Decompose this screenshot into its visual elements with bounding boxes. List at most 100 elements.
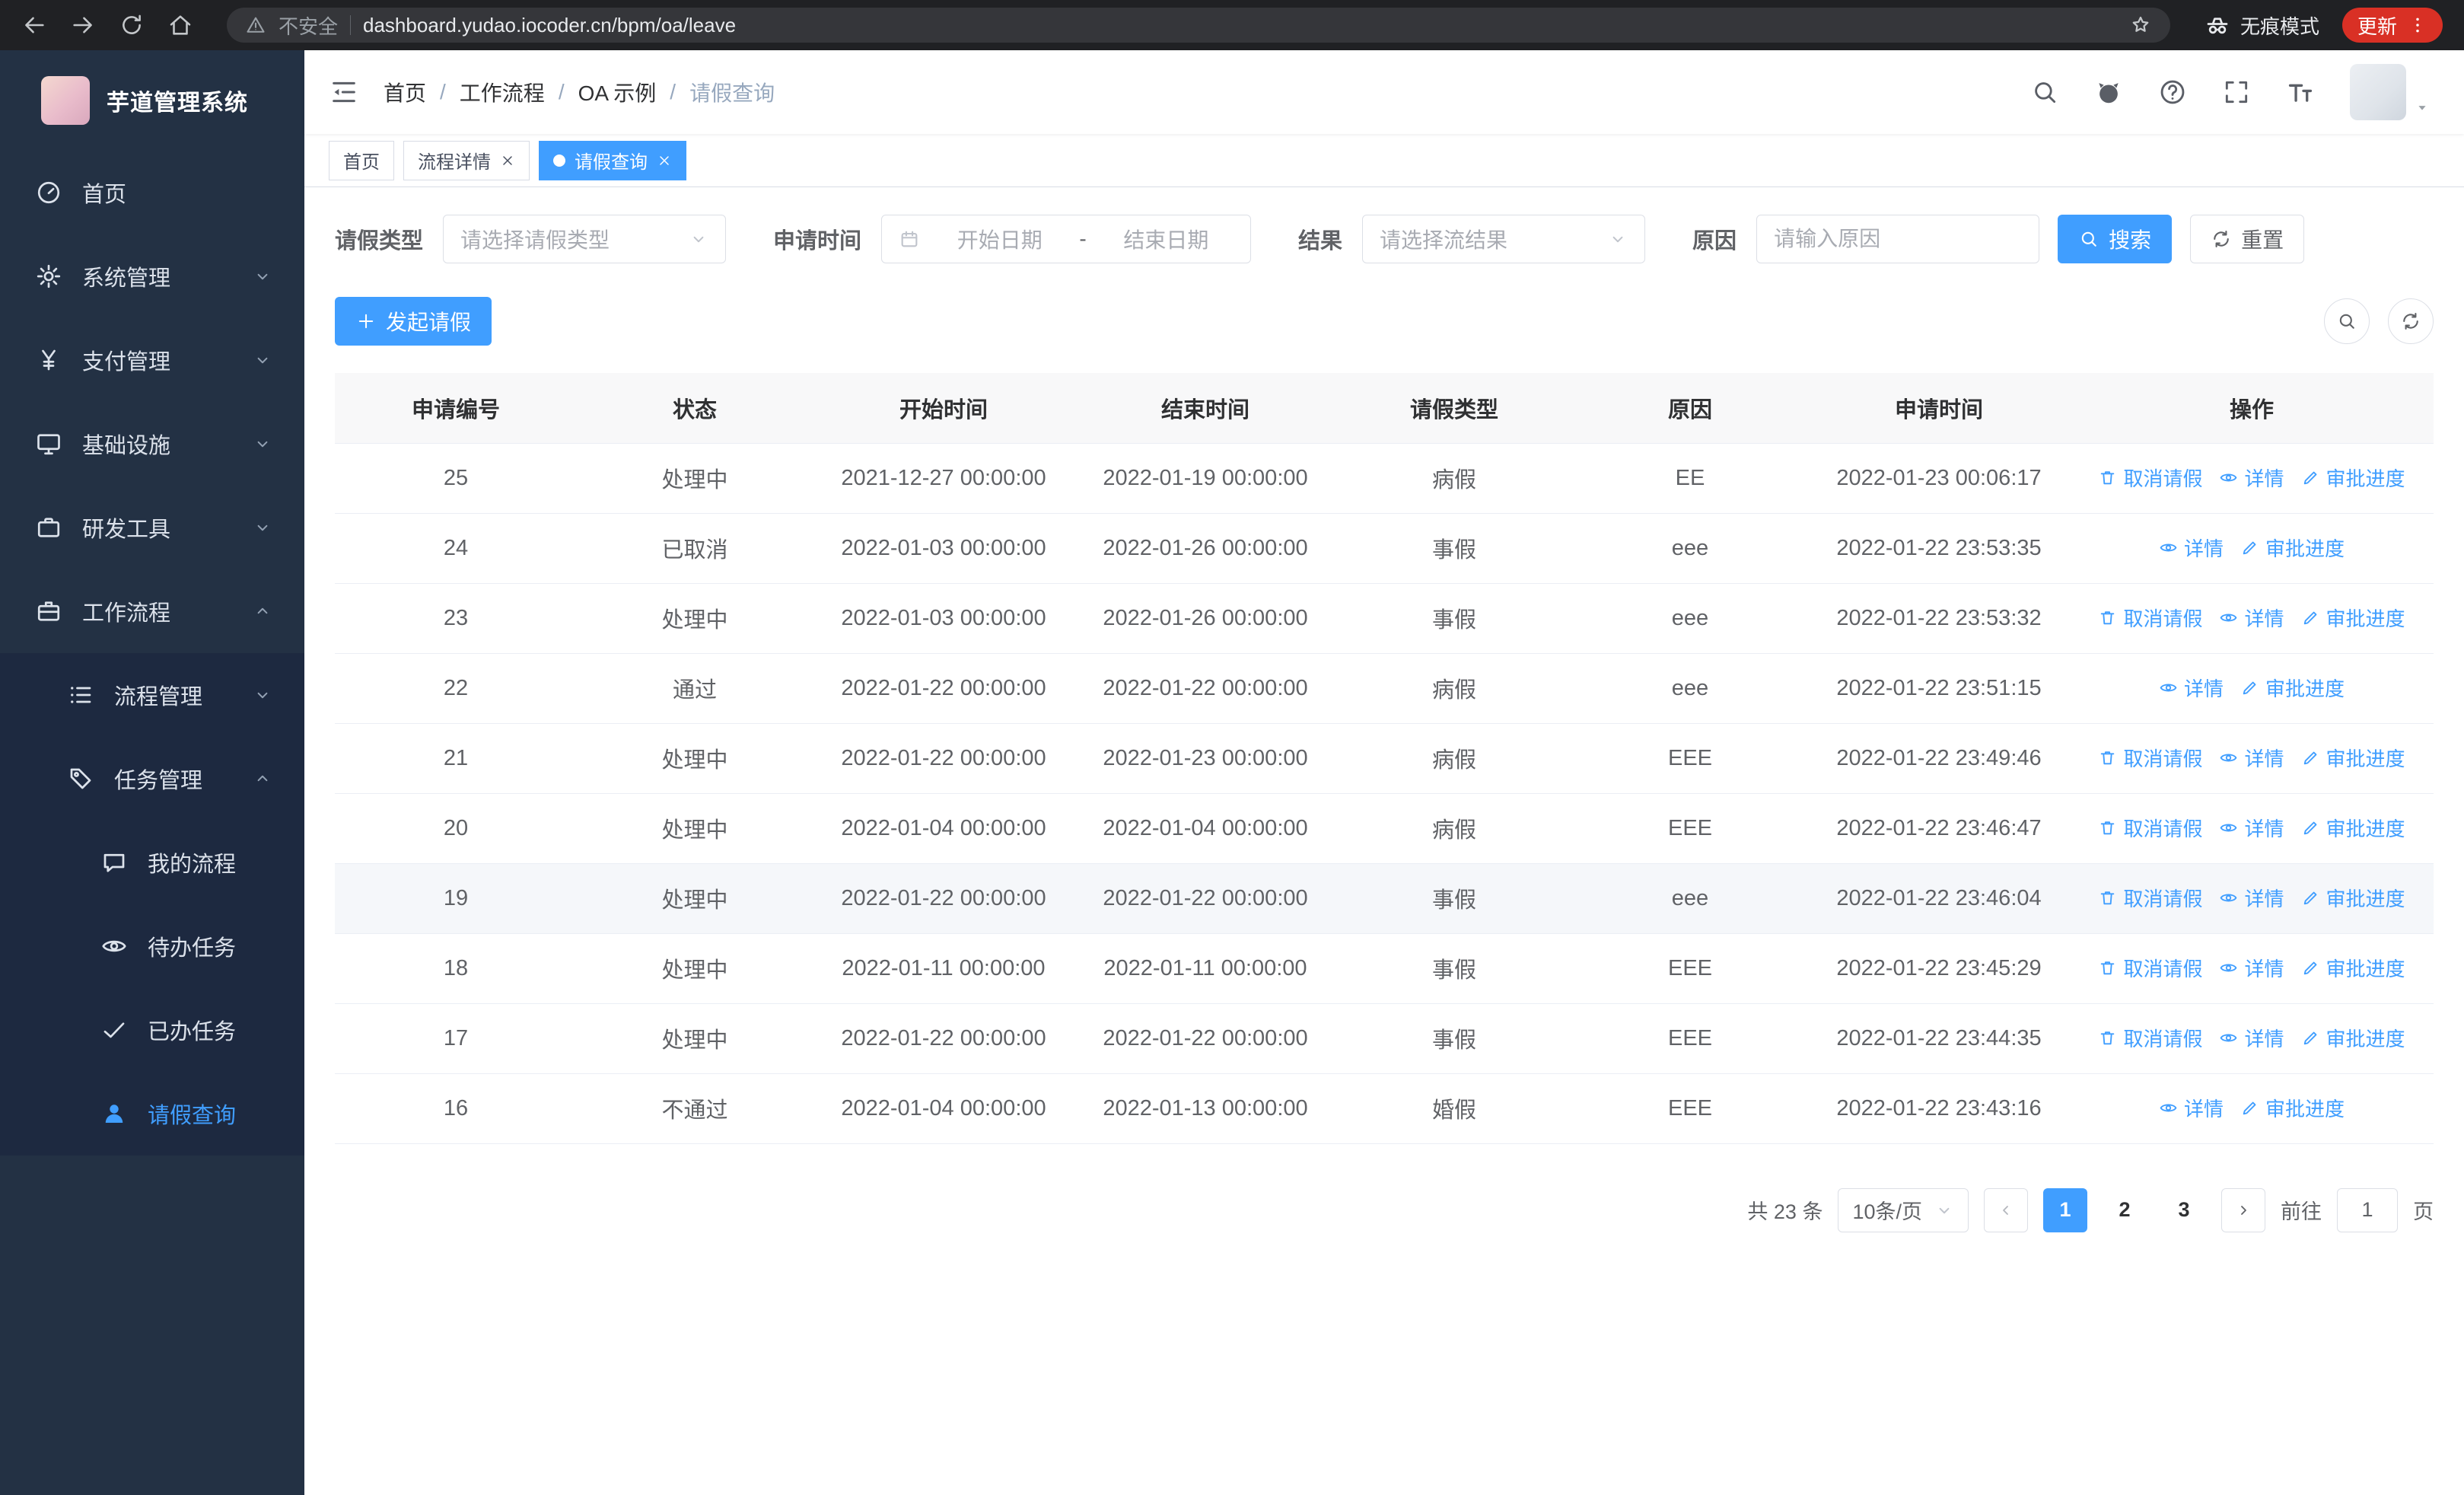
detail-link[interactable]: 详情 <box>2219 464 2284 492</box>
delete-icon <box>2101 1031 2115 1044</box>
prev-page-button[interactable] <box>1984 1187 2028 1232</box>
approval-progress-link[interactable]: 审批进度 <box>2301 1024 2405 1052</box>
sidebar-item-home[interactable]: 首页 <box>0 151 304 234</box>
table-header-row: 申请编号 状态 开始时间 结束时间 请假类型 原因 申请时间 操作 <box>335 373 2434 444</box>
goto-page-input[interactable] <box>2337 1187 2398 1232</box>
sidebar-item-infrastructure[interactable]: 基础设施 <box>0 402 304 486</box>
page-size-select[interactable]: 10条/页 <box>1838 1187 1969 1232</box>
detail-link[interactable]: 详情 <box>2219 954 2284 982</box>
leave-type-select[interactable]: 请选择请假类型 <box>443 215 727 263</box>
start-date-placeholder[interactable]: 开始日期 <box>932 224 1067 254</box>
date-range-picker[interactable]: 开始日期 - 结束日期 <box>881 215 1252 263</box>
approval-progress-link[interactable]: 审批进度 <box>2301 744 2405 772</box>
refresh-table-button[interactable] <box>2388 298 2434 344</box>
close-icon[interactable] <box>657 153 672 168</box>
breadcrumb-workflow[interactable]: 工作流程 <box>460 77 545 107</box>
tab-process-detail[interactable]: 流程详情 <box>403 140 530 180</box>
approval-progress-link[interactable]: 审批进度 <box>2240 534 2345 562</box>
sidebar-item-my-process[interactable]: 我的流程 <box>0 821 304 904</box>
user-menu[interactable] <box>2350 64 2431 120</box>
approval-progress-link[interactable]: 审批进度 <box>2301 604 2405 632</box>
approval-progress-link[interactable]: 审批进度 <box>2240 1094 2345 1122</box>
cancel-leave-link[interactable]: 取消请假 <box>2098 464 2202 492</box>
tab-home[interactable]: 首页 <box>329 140 394 180</box>
cancel-leave-link[interactable]: 取消请假 <box>2098 1024 2202 1052</box>
create-leave-button[interactable]: 发起请假 <box>335 297 492 346</box>
sidebar-item-system[interactable]: 系统管理 <box>0 234 304 318</box>
breadcrumb-home[interactable]: 首页 <box>384 77 426 107</box>
browser-update-button[interactable]: 更新 <box>2341 8 2443 43</box>
sidebar-item-payment[interactable]: 支付管理 <box>0 318 304 402</box>
cancel-leave-link[interactable]: 取消请假 <box>2098 604 2202 632</box>
edit-icon <box>2303 821 2316 834</box>
column-header-end: 结束时间 <box>1074 373 1336 444</box>
reason-input[interactable] <box>1774 227 2023 251</box>
sidebar-item-process-management[interactable]: 流程管理 <box>0 653 304 737</box>
back-icon[interactable] <box>21 12 47 38</box>
breadcrumb-oa-example[interactable]: OA 示例 <box>578 77 657 107</box>
app-logo[interactable]: 芋道管理系统 <box>0 50 304 151</box>
font-size-icon[interactable] <box>2286 78 2315 107</box>
sidebar-item-task-management[interactable]: 任务管理 <box>0 737 304 821</box>
table-row: 23 处理中 2022-01-03 00:00:00 2022-01-26 00… <box>335 583 2434 654</box>
sidebar-item-leave-query[interactable]: 请假查询 <box>0 1072 304 1156</box>
sidebar-item-done-tasks[interactable]: 已办任务 <box>0 988 304 1072</box>
detail-link[interactable]: 详情 <box>2219 814 2284 842</box>
sidebar-item-workflow[interactable]: 工作流程 <box>0 569 304 653</box>
approval-progress-link[interactable]: 审批进度 <box>2301 814 2405 842</box>
fullscreen-icon[interactable] <box>2222 78 2251 107</box>
detail-link[interactable]: 详情 <box>2159 674 2224 702</box>
workflow-submenu: 流程管理 任务管理 我的流程 待办任务 已办任务 请假查询 <box>0 653 304 1156</box>
search-button[interactable]: 搜索 <box>2058 215 2173 263</box>
detail-link[interactable]: 详情 <box>2219 744 2284 772</box>
reset-button[interactable]: 重置 <box>2190 215 2305 263</box>
sidebar-collapse-button[interactable] <box>304 77 384 107</box>
yen-icon <box>42 349 56 371</box>
help-icon[interactable] <box>2158 78 2187 107</box>
page-button-3[interactable]: 3 <box>2162 1188 2206 1232</box>
search-icon[interactable] <box>2030 78 2059 107</box>
detail-link[interactable]: 详情 <box>2219 884 2284 912</box>
page-button-1[interactable]: 1 <box>2043 1187 2087 1232</box>
detail-link[interactable]: 详情 <box>2159 534 2224 562</box>
eye-icon <box>2160 684 2177 691</box>
approval-progress-link[interactable]: 审批进度 <box>2301 954 2405 982</box>
table-row: 16 不通过 2022-01-04 00:00:00 2022-01-13 00… <box>335 1073 2434 1144</box>
approval-progress-link[interactable]: 审批进度 <box>2301 464 2405 492</box>
detail-link[interactable]: 详情 <box>2219 604 2284 632</box>
reload-icon[interactable] <box>119 12 145 38</box>
forward-icon[interactable] <box>70 12 96 38</box>
page-button-2[interactable]: 2 <box>2103 1188 2147 1232</box>
github-icon[interactable] <box>2094 78 2123 107</box>
cancel-leave-link[interactable]: 取消请假 <box>2098 884 2202 912</box>
filter-result: 结果 请选择流结果 <box>1298 215 1646 263</box>
leave-table: 申请编号 状态 开始时间 结束时间 请假类型 原因 申请时间 操作 25 处理中 <box>335 373 2434 1144</box>
approval-progress-link[interactable]: 审批进度 <box>2240 674 2345 702</box>
toggle-search-button[interactable] <box>2324 298 2370 344</box>
infrastructure-icon <box>37 434 60 455</box>
result-select[interactable]: 请选择流结果 <box>1362 215 1646 263</box>
close-icon[interactable] <box>500 153 515 168</box>
sidebar-item-todo-tasks[interactable]: 待办任务 <box>0 904 304 988</box>
address-bar[interactable]: 不安全 dashboard.yudao.iocoder.cn/bpm/oa/le… <box>227 8 2170 43</box>
cancel-leave-link[interactable]: 取消请假 <box>2098 954 2202 982</box>
breadcrumb: 首页 / 工作流程 / OA 示例 / 请假查询 <box>384 77 775 107</box>
chevron-up-icon <box>257 775 268 782</box>
kebab-menu-icon[interactable] <box>2408 15 2427 35</box>
bookmark-star-icon[interactable] <box>2129 14 2152 37</box>
end-date-placeholder[interactable]: 结束日期 <box>1099 224 1234 254</box>
detail-link[interactable]: 详情 <box>2219 1024 2284 1052</box>
cancel-leave-link[interactable]: 取消请假 <box>2098 744 2202 772</box>
incognito-label: 无痕模式 <box>2240 14 2319 38</box>
logo-avatar-image <box>41 76 90 125</box>
detail-link[interactable]: 详情 <box>2159 1094 2224 1122</box>
approval-progress-link[interactable]: 审批进度 <box>2301 884 2405 912</box>
chevron-down-icon <box>693 236 704 243</box>
tab-leave-query[interactable]: 请假查询 <box>539 140 686 180</box>
app-title: 芋道管理系统 <box>107 91 248 116</box>
cancel-leave-link[interactable]: 取消请假 <box>2098 814 2202 842</box>
home-icon[interactable] <box>167 12 193 38</box>
chevron-down-icon <box>257 357 268 364</box>
next-page-button[interactable] <box>2221 1187 2265 1232</box>
sidebar-item-devtools[interactable]: 研发工具 <box>0 486 304 569</box>
